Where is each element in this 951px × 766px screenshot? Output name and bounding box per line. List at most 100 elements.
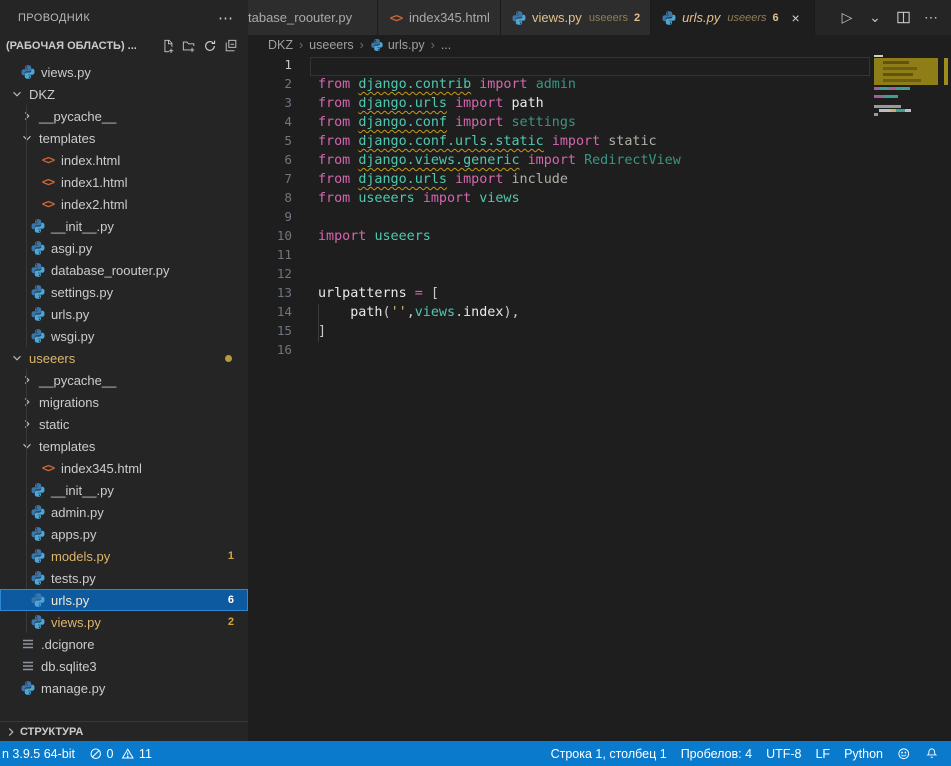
- tree-folder-templates[interactable]: templates: [0, 435, 248, 457]
- html-file-icon: <>: [40, 196, 56, 212]
- tree-item-database-roouter-py[interactable]: database_roouter.py: [0, 259, 248, 281]
- tab-label: tabase_roouter.py: [248, 10, 352, 25]
- tree-item-init-py[interactable]: __init__.py: [0, 479, 248, 501]
- breadcrumb-item-[interactable]: ...: [441, 38, 451, 52]
- python-interpreter-status[interactable]: n 3.9.5 64-bit: [0, 741, 82, 766]
- indentation-status[interactable]: Пробелов: 4: [674, 741, 759, 766]
- tab-views-py[interactable]: views.pyuseeers2: [501, 0, 651, 35]
- tree-item-index345-html[interactable]: <>index345.html: [0, 457, 248, 479]
- breadcrumb-item-dkz[interactable]: DKZ: [268, 38, 293, 52]
- breadcrumb-item-useeers[interactable]: useeers: [309, 38, 353, 52]
- html-file-icon: <>: [40, 174, 56, 190]
- python-file-icon: [30, 570, 46, 586]
- code-token: views: [479, 191, 519, 206]
- chevron-right-icon: [4, 725, 18, 739]
- tree-item-dcignore[interactable]: .dcignore: [0, 633, 248, 655]
- python-file-icon: [30, 592, 46, 608]
- tree-folder-migrations[interactable]: migrations: [0, 391, 248, 413]
- workspace-section-header[interactable]: (РАБОЧАЯ ОБЛАСТЬ) ...: [0, 35, 248, 57]
- code-token: from: [318, 96, 350, 111]
- html-file-icon: <>: [388, 10, 404, 26]
- tree-item-apps-py[interactable]: apps.py: [0, 523, 248, 545]
- tree-folder-static[interactable]: static: [0, 413, 248, 435]
- encoding-status[interactable]: UTF-8: [759, 741, 808, 766]
- tree-folder-dkz[interactable]: DKZ: [0, 83, 248, 105]
- tab-label: urls.py: [682, 10, 720, 25]
- tree-item-index1-html[interactable]: <>index1.html: [0, 171, 248, 193]
- new-file-icon[interactable]: [159, 38, 177, 54]
- code-token: =: [415, 286, 423, 301]
- tree-item-index-html[interactable]: <>index.html: [0, 149, 248, 171]
- run-icon[interactable]: ▷: [835, 6, 859, 30]
- code-token: import: [479, 77, 527, 92]
- line-number: 8: [248, 188, 292, 207]
- code-token: index: [463, 305, 503, 320]
- code-editor[interactable]: 12from django.contrib import admin3from …: [248, 55, 951, 741]
- tree-folder-useeers[interactable]: useeers: [0, 347, 248, 369]
- python-file-icon: [30, 548, 46, 564]
- close-icon[interactable]: ×: [788, 10, 804, 26]
- code-line-8: 8from useeers import views: [248, 188, 951, 207]
- tab-problems-badge: 2: [634, 12, 640, 24]
- tree-item-admin-py[interactable]: admin.py: [0, 501, 248, 523]
- breadcrumb-separator: ›: [299, 38, 303, 52]
- new-folder-icon[interactable]: [180, 38, 198, 54]
- code-token: ]: [318, 324, 326, 339]
- tree-item-views-py[interactable]: views.py2: [0, 611, 248, 633]
- item-label: tests.py: [51, 571, 96, 586]
- eol-status[interactable]: LF: [808, 741, 837, 766]
- tree-item-db-sqlite3[interactable]: db.sqlite3: [0, 655, 248, 677]
- code-token: import: [552, 134, 600, 149]
- line-number: 9: [248, 207, 292, 226]
- explorer-more-actions-icon[interactable]: ⋯: [218, 9, 234, 27]
- tree-item-init-py[interactable]: __init__.py: [0, 215, 248, 237]
- minimap[interactable]: [870, 55, 940, 741]
- feedback-icon[interactable]: [890, 741, 918, 766]
- tree-folder-pycache[interactable]: __pycache__: [0, 105, 248, 127]
- tree-folder-pycache[interactable]: __pycache__: [0, 369, 248, 391]
- tree-item-settings-py[interactable]: settings.py: [0, 281, 248, 303]
- collapse-all-icon[interactable]: [222, 38, 240, 54]
- breadcrumb-item-urls-py[interactable]: urls.py: [388, 38, 425, 52]
- run-dropdown-icon[interactable]: ⌄: [863, 6, 887, 30]
- tree-item-urls-py[interactable]: urls.py6: [0, 589, 248, 611]
- tab-urls-py[interactable]: urls.pyuseeers6×: [651, 0, 815, 35]
- code-token: [447, 172, 455, 187]
- code-token: django.urls: [358, 172, 447, 187]
- code-token: django.contrib: [358, 77, 471, 92]
- tree-item-models-py[interactable]: models.py1: [0, 545, 248, 567]
- python-file-icon: [30, 482, 46, 498]
- code-line-9: 9: [248, 207, 951, 226]
- item-label: index.html: [61, 153, 120, 168]
- item-label: admin.py: [51, 505, 104, 520]
- minimap-line: [874, 105, 901, 108]
- chevron-down-icon: [20, 439, 34, 453]
- breadcrumb: DKZ›useeers›urls.py›...: [248, 35, 951, 55]
- code-token: import: [455, 115, 503, 130]
- more-actions-icon[interactable]: ⋯: [919, 6, 943, 30]
- code-token: from: [318, 77, 350, 92]
- code-token: django.conf: [358, 115, 447, 130]
- tree-item-manage-py[interactable]: manage.py: [0, 677, 248, 699]
- problems-status[interactable]: 0 11: [82, 741, 159, 766]
- tree-item-asgi-py[interactable]: asgi.py: [0, 237, 248, 259]
- tree-item-index2-html[interactable]: <>index2.html: [0, 193, 248, 215]
- language-mode[interactable]: Python: [837, 741, 890, 766]
- cursor-position[interactable]: Строка 1, столбец 1: [544, 741, 674, 766]
- item-label: __init__.py: [51, 219, 114, 234]
- tree-item-tests-py[interactable]: tests.py: [0, 567, 248, 589]
- tree-item-wsgi-py[interactable]: wsgi.py: [0, 325, 248, 347]
- tree-item-views-py[interactable]: views.py: [0, 61, 248, 83]
- refresh-icon[interactable]: [201, 38, 219, 54]
- outline-section-header[interactable]: СТРУКТУРА: [0, 721, 248, 741]
- overview-ruler[interactable]: [940, 55, 951, 741]
- tree-folder-templates[interactable]: templates: [0, 127, 248, 149]
- python-file-icon: [511, 10, 527, 26]
- warnings-icon: [121, 747, 135, 761]
- split-editor-icon[interactable]: [891, 6, 915, 30]
- tab-index345-html[interactable]: <>index345.html: [378, 0, 501, 35]
- tab-tabase-roouter-py[interactable]: tabase_roouter.py: [248, 0, 378, 35]
- tree-item-urls-py[interactable]: urls.py: [0, 303, 248, 325]
- notifications-bell-icon[interactable]: [918, 741, 946, 766]
- code-token: import: [455, 96, 503, 111]
